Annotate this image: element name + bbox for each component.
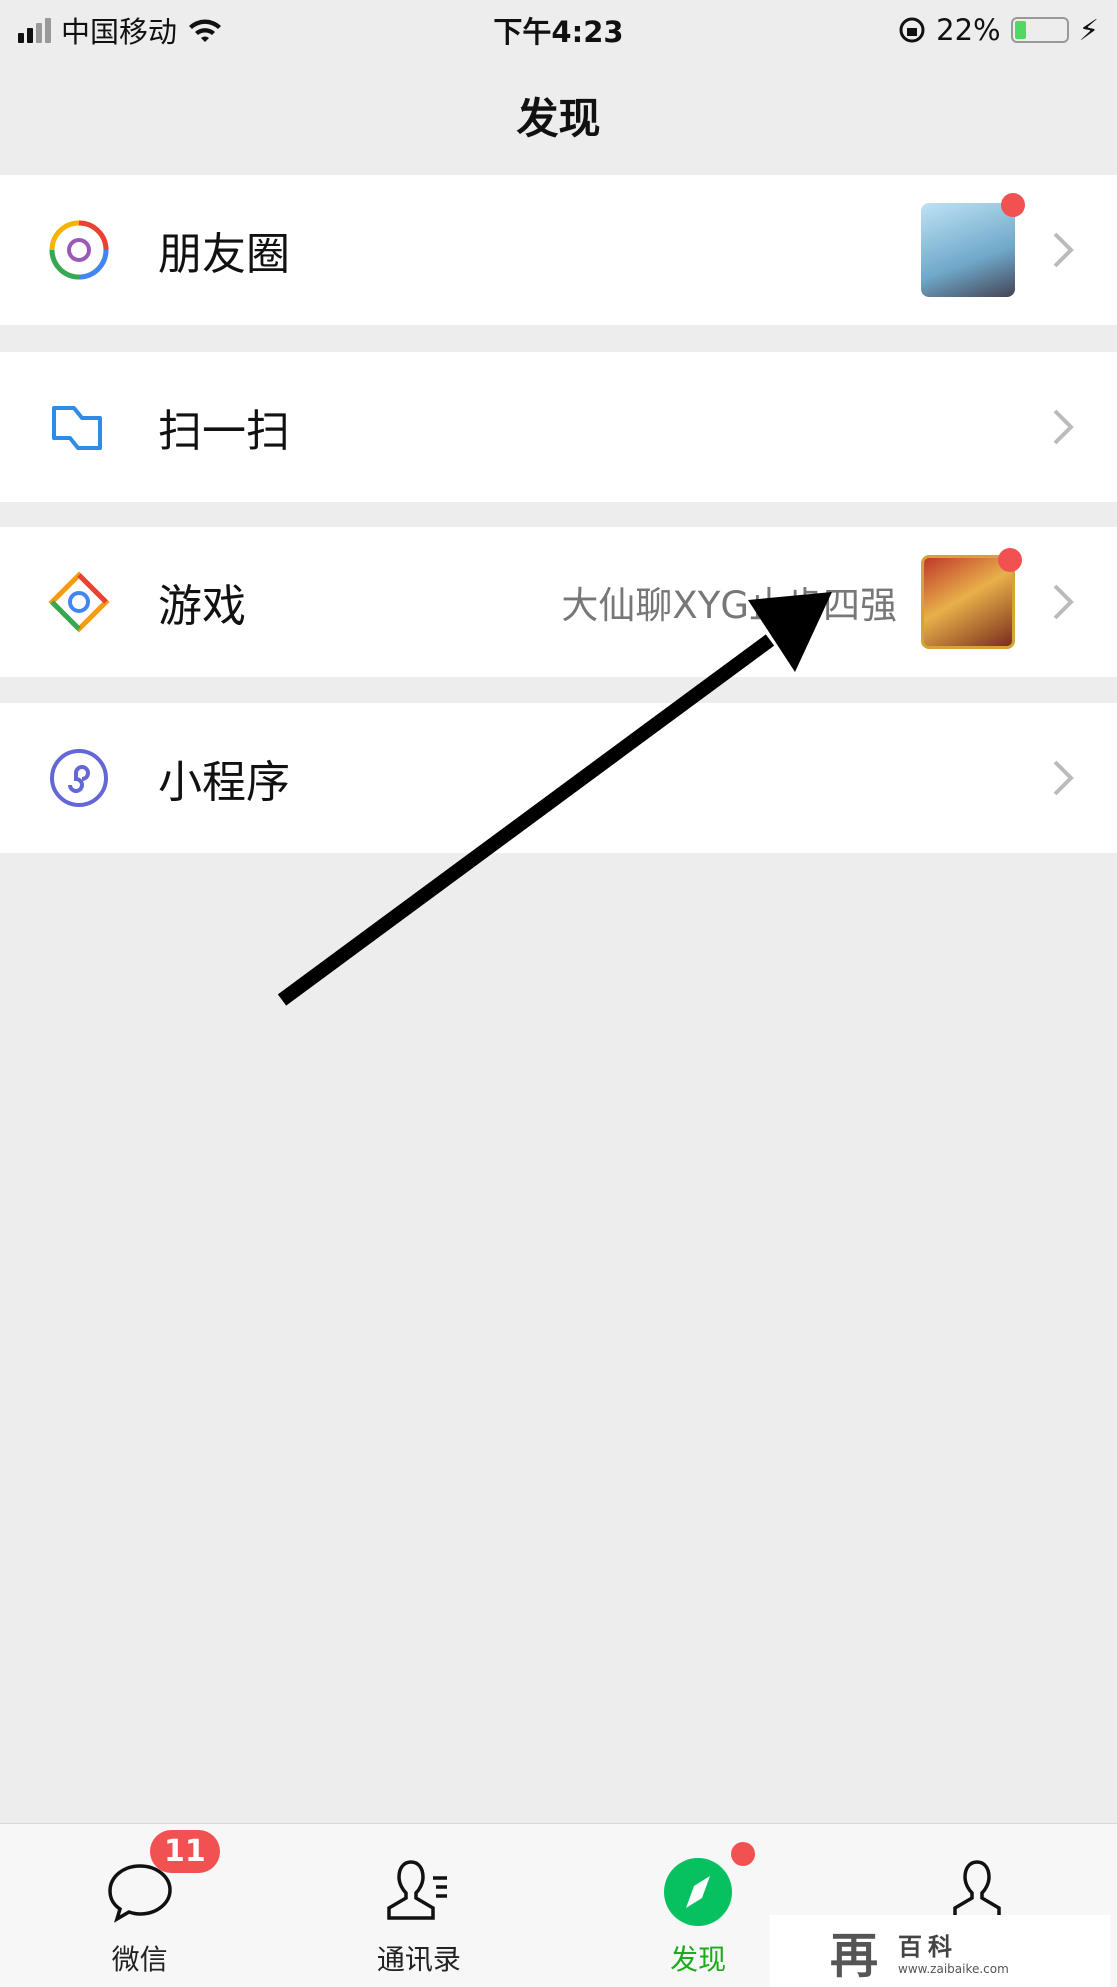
scan-icon: [52, 406, 102, 450]
row-scan[interactable]: 扫一扫: [0, 352, 1117, 502]
row-mini-programs[interactable]: 小程序: [0, 703, 1117, 853]
tab-label: 通讯录: [376, 1943, 461, 1976]
chevron-right-icon: [1053, 409, 1074, 445]
watermark-logo: 再: [830, 1928, 879, 1984]
wifi-icon: [189, 19, 222, 42]
tab-label: 发现: [670, 1943, 727, 1976]
tab-chats[interactable]: 11 微信: [0, 1824, 279, 1987]
notification-dot: [730, 1842, 755, 1866]
moments-thumbnail: [921, 193, 1025, 297]
chevron-right-icon: [1053, 232, 1074, 268]
watermark-name: 百科: [898, 1932, 959, 1961]
rotation-lock-icon: [899, 17, 925, 43]
game-app-thumbnail: [921, 548, 1022, 649]
notification-dot: [998, 548, 1022, 572]
chevron-right-icon: [1053, 584, 1074, 620]
unread-badge: 11: [150, 1830, 220, 1873]
compass-icon: [664, 1858, 733, 1926]
battery-percent: 22%: [936, 13, 1001, 47]
signal-icon: [18, 17, 51, 43]
row-label: 扫一扫: [158, 406, 290, 457]
charging-icon: ⚡: [1078, 13, 1099, 47]
tab-contacts[interactable]: 通讯录: [279, 1824, 558, 1987]
chevron-right-icon: [1053, 760, 1074, 796]
game-news-text: 大仙聊XYG止步四强: [561, 584, 897, 627]
moments-icon: [49, 220, 109, 280]
row-label: 朋友圈: [158, 229, 290, 280]
watermark-url: www.zaibaike.com: [898, 1961, 1009, 1976]
contacts-icon: [387, 1860, 447, 1920]
row-games[interactable]: 游戏 大仙聊XYG止步四强: [0, 527, 1117, 677]
page-title: 发现: [516, 94, 601, 143]
carrier: 中国移动: [61, 15, 178, 49]
row-moments[interactable]: 朋友圈: [0, 175, 1117, 325]
mini-program-icon: [50, 749, 108, 807]
row-label: 游戏: [158, 581, 246, 632]
game-icon: [48, 571, 110, 633]
status-bar: 中国移动 下午4:23 22% ⚡: [0, 0, 1117, 60]
watermark: 再 百科 www.zaibaike.com: [770, 1915, 1110, 1987]
tab-label: 微信: [111, 1943, 168, 1976]
notification-dot: [1001, 193, 1025, 217]
row-label: 小程序: [158, 757, 290, 808]
battery-icon: [1010, 17, 1069, 43]
